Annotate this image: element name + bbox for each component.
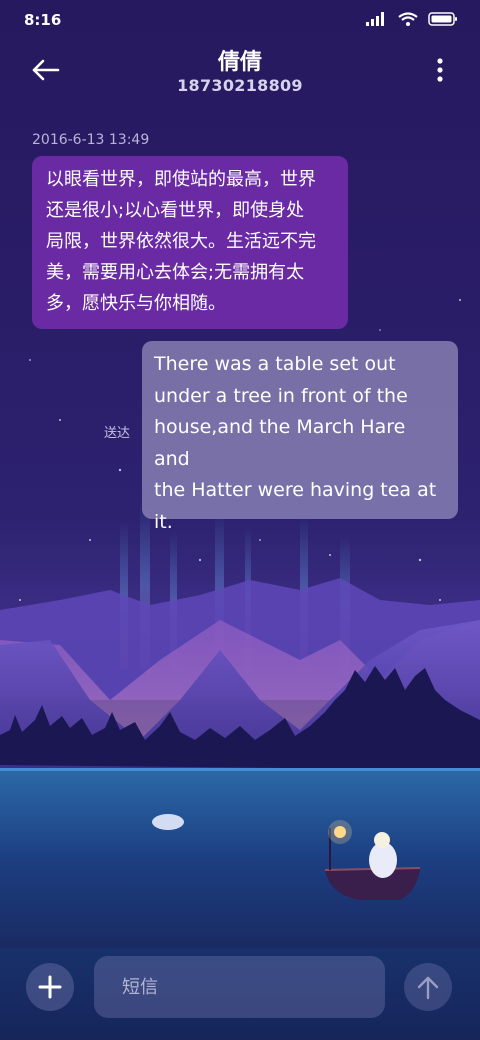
message-line: 多，愿快乐与你相随。 <box>46 293 226 314</box>
plus-icon <box>38 975 62 999</box>
compose-bar <box>0 950 480 1030</box>
delivery-status: 送达 <box>104 426 131 441</box>
wifi-icon <box>398 12 418 26</box>
message-line: under a tree in front of the <box>154 384 408 407</box>
conversation-header: 倩倩 18730218809 <box>0 40 480 110</box>
send-button[interactable] <box>404 963 452 1011</box>
battery-icon <box>428 12 457 26</box>
message-line: 局限，世界依然很大。生活远不完 <box>46 231 316 252</box>
signal-icon <box>366 12 384 26</box>
add-attachment-button[interactable] <box>26 963 74 1011</box>
message-input[interactable] <box>94 956 385 1018</box>
status-icons <box>366 12 458 26</box>
contact-number: 18730218809 <box>177 76 303 95</box>
message-line: the Hatter were having tea at <box>154 479 437 501</box>
arrow-up-icon <box>417 976 439 1000</box>
outgoing-message-bubble[interactable]: There was a table set out under a tree i… <box>142 341 458 533</box>
message-line: 还是很小;以心看世界，即使身处 <box>46 200 305 221</box>
message-line: 美，需要用心去体会;无需拥有太 <box>46 262 305 283</box>
message-line: house,and the March Hare and <box>154 416 406 470</box>
status-time: 8:16 <box>24 11 62 29</box>
status-bar: 8:16 <box>0 0 480 40</box>
message-line: it. <box>154 510 173 533</box>
more-vertical-icon <box>437 58 443 82</box>
more-options-button[interactable] <box>434 56 446 84</box>
contact-name: 倩倩 <box>217 50 262 75</box>
message-line: 以眼看世界，即使站的最高，世界 <box>46 169 316 190</box>
message-line: There was a table set out <box>154 353 396 375</box>
incoming-message-bubble[interactable]: 以眼看世界，即使站的最高，世界 还是很小;以心看世界，即使身处 局限，世界依然很… <box>32 156 348 329</box>
message-timestamp: 2016-6-13 13:49 <box>32 132 150 148</box>
